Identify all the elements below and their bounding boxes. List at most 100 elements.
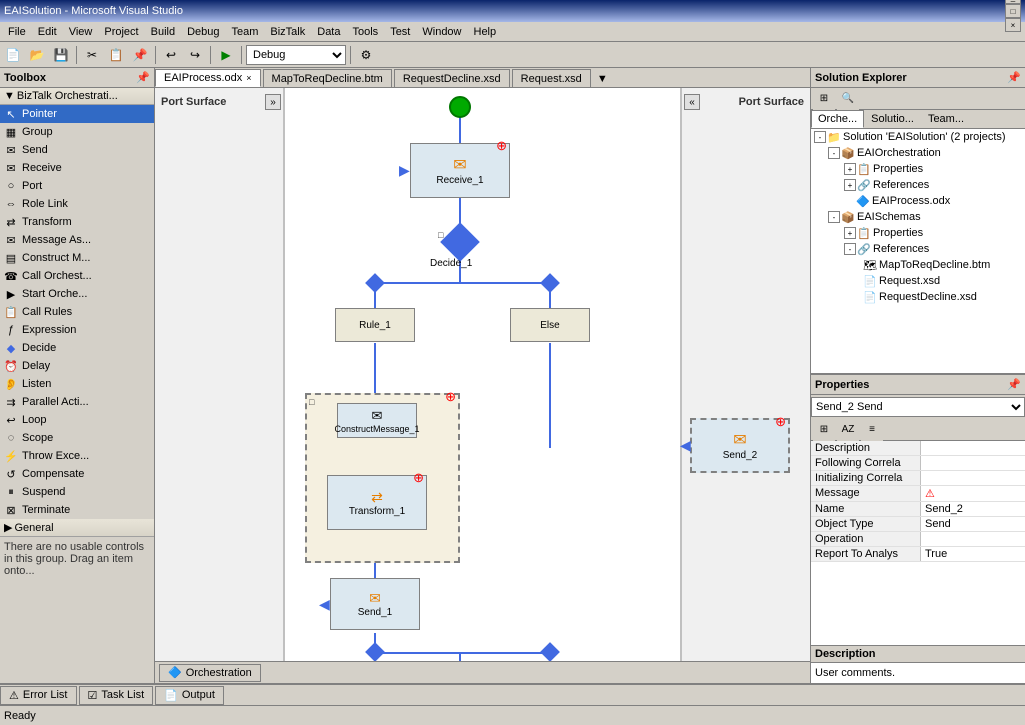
toolbox-item-pointer[interactable]: ↖ Pointer (0, 105, 154, 123)
maximize-button[interactable]: □ (1005, 4, 1021, 18)
close-button[interactable]: × (1005, 18, 1021, 32)
toolbox-item-decide[interactable]: ◆ Decide (0, 339, 154, 357)
toolbox-item-throwexce[interactable]: ⚡ Throw Exce... (0, 447, 154, 465)
tree-eaischemas-references[interactable]: - 🔗 References (811, 241, 1025, 257)
receive1-shape[interactable]: ⊕ ▶ ✉ Receive_1 (410, 143, 510, 198)
toolbox-item-delay[interactable]: ⏰ Delay (0, 357, 154, 375)
start-icon[interactable]: ▶ (215, 44, 237, 66)
toolbox-general-section[interactable]: ▶ General (0, 519, 154, 537)
toolbox-item-suspend[interactable]: ⏸ Suspend (0, 483, 154, 501)
menu-help[interactable]: Help (468, 24, 503, 40)
tab-eaiprocess-close[interactable]: × (246, 73, 251, 83)
bottom-tab-tasklist[interactable]: ☑ Task List (79, 686, 154, 705)
toolbox-item-group[interactable]: ▦ Group (0, 123, 154, 141)
paste-icon[interactable]: 📌 (129, 44, 151, 66)
toolbox-item-receive[interactable]: ✉ Receive (0, 159, 154, 177)
props-selected-item[interactable]: Send_2 Send (811, 397, 1025, 417)
props-pin-icon[interactable]: 📌 (1007, 378, 1021, 391)
tabs-overflow-button[interactable]: ▼ (593, 71, 612, 87)
debug-mode-select[interactable]: Debug (246, 45, 346, 65)
rule1-shape[interactable]: Rule_1 (335, 308, 415, 342)
props-value-initializing[interactable] (921, 471, 1025, 485)
props-value-operation[interactable] (921, 532, 1025, 546)
menu-debug[interactable]: Debug (181, 24, 225, 40)
toolbox-item-parallelact[interactable]: ⇉ Parallel Acti... (0, 393, 154, 411)
tree-eaiprocess-odx[interactable]: 🔷 EAIProcess.odx (811, 193, 1025, 209)
toolbox-item-message[interactable]: ✉ Message As... (0, 231, 154, 249)
se-tab-solutio[interactable]: Solutio... (864, 110, 921, 128)
toolbox-item-compensate[interactable]: ↺ Compensate (0, 465, 154, 483)
se-tab-team[interactable]: Team... (921, 110, 971, 128)
menu-build[interactable]: Build (145, 24, 181, 40)
orchestration-canvas[interactable]: ⊕ ▶ ✉ Receive_1 Decide_1 □ Rule_1 (285, 88, 680, 661)
props-sort-icon[interactable]: ⊞ (813, 419, 835, 441)
se-pin-icon[interactable]: 📌 (1007, 71, 1021, 84)
toolbox-scroll[interactable]: ▼ BizTalk Orchestrati... ↖ Pointer ▦ Gro… (0, 88, 154, 683)
port-left-collapse[interactable]: » (265, 94, 281, 110)
tab-eaiprocess[interactable]: EAIProcess.odx × (155, 69, 261, 87)
toolbox-item-transform[interactable]: ⇄ Transform (0, 213, 154, 231)
decide-collapse[interactable]: □ (438, 230, 443, 240)
save-icon[interactable]: 💾 (50, 44, 72, 66)
toolbox-item-listen[interactable]: 👂 Listen (0, 375, 154, 393)
tree-request-xsd[interactable]: 📄 Request.xsd (811, 273, 1025, 289)
tab-maptoreqdecline[interactable]: MapToReqDecline.btm (263, 69, 392, 87)
copy-icon[interactable]: 📋 (105, 44, 127, 66)
menu-tools[interactable]: Tools (347, 24, 385, 40)
menu-biztalk[interactable]: BizTalk (264, 24, 311, 40)
more-icon[interactable]: ⚙ (355, 44, 377, 66)
construct1-collapse[interactable]: □ (309, 397, 314, 407)
eaiorchestration-expand[interactable]: - (828, 147, 840, 159)
toolbox-item-loop[interactable]: ↩ Loop (0, 411, 154, 429)
eaiorchref-expand[interactable]: + (844, 179, 856, 191)
menu-test[interactable]: Test (384, 24, 416, 40)
tree-requestdecline-xsd[interactable]: 📄 RequestDecline.xsd (811, 289, 1025, 305)
props-value-objecttype[interactable]: Send (921, 517, 1025, 531)
transform1-shape[interactable]: ⊕ ⇄ Transform_1 (327, 475, 427, 530)
eaischref-expand[interactable]: - (844, 243, 856, 255)
tree-eaischemas-properties[interactable]: + 📋 Properties (811, 225, 1025, 241)
open-icon[interactable]: 📂 (26, 44, 48, 66)
undo-icon[interactable]: ↩ (160, 44, 182, 66)
new-icon[interactable]: 📄 (2, 44, 24, 66)
menu-data[interactable]: Data (311, 24, 346, 40)
tab-request[interactable]: Request.xsd (512, 69, 591, 87)
toolbox-item-rolelink[interactable]: ⇔ Role Link (0, 195, 154, 213)
props-value-description[interactable] (921, 441, 1025, 455)
toolbox-item-port[interactable]: ○ Port (0, 177, 154, 195)
menu-file[interactable]: File (2, 24, 32, 40)
tab-requestdecline[interactable]: RequestDecline.xsd (394, 69, 510, 87)
else-shape[interactable]: Else (510, 308, 590, 342)
cut-icon[interactable]: ✂ (81, 44, 103, 66)
props-value-message[interactable]: ⚠ (921, 486, 1025, 501)
solution-expand[interactable]: - (814, 131, 826, 143)
toolbox-pin-icon[interactable]: 📌 (136, 71, 150, 84)
toolbox-item-terminate[interactable]: ⊠ Terminate (0, 501, 154, 519)
tree-eaiorch-properties[interactable]: + 📋 Properties (811, 161, 1025, 177)
toolbox-item-startorch[interactable]: ▶ Start Orche... (0, 285, 154, 303)
canvas-area[interactable]: Port Surface » « Port Surface ⊕ ◀ ✉ Send… (155, 88, 810, 661)
tree-solution[interactable]: - 📁 Solution 'EAISolution' (2 projects) (811, 129, 1025, 145)
redo-icon[interactable]: ↪ (184, 44, 206, 66)
send1-shape[interactable]: ◀ ✉ Send_1 (330, 578, 420, 630)
props-value-following[interactable] (921, 456, 1025, 470)
bottom-tab-errorlist[interactable]: ⚠ Error List (0, 686, 77, 705)
earchprops-expand[interactable]: + (844, 163, 856, 175)
props-value-reportto[interactable]: True (921, 547, 1025, 561)
se-icon2[interactable]: 🔍 (837, 88, 859, 110)
orch-tab[interactable]: 🔷 Orchestration (159, 664, 261, 682)
tree-eaiorch-references[interactable]: + 🔗 References (811, 177, 1025, 193)
bottom-tab-output[interactable]: 📄 Output (155, 686, 224, 705)
eaischprops-expand[interactable]: + (844, 227, 856, 239)
menu-team[interactable]: Team (226, 24, 265, 40)
se-tree[interactable]: - 📁 Solution 'EAISolution' (2 projects) … (811, 129, 1025, 373)
toolbox-biztalk-section[interactable]: ▼ BizTalk Orchestrati... (0, 88, 154, 105)
se-tab-orche[interactable]: Orche... (811, 110, 864, 128)
se-icon1[interactable]: ⊞ (813, 88, 835, 110)
toolbox-item-send[interactable]: ✉ Send (0, 141, 154, 159)
props-category-icon[interactable]: ≡ (861, 419, 883, 441)
eaischemas-expand[interactable]: - (828, 211, 840, 223)
menu-view[interactable]: View (63, 24, 99, 40)
tree-eaischemas[interactable]: - 📦 EAISchemas (811, 209, 1025, 225)
props-value-name[interactable]: Send_2 (921, 502, 1025, 516)
